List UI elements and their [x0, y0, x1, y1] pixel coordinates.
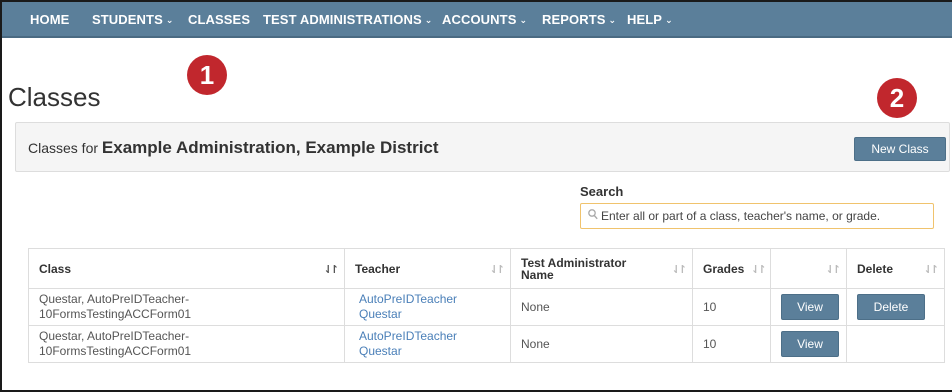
- cell-teacher-link[interactable]: AutoPreIDTeacher Questar: [344, 288, 511, 326]
- view-button[interactable]: View: [781, 331, 839, 357]
- search-box: [580, 203, 934, 229]
- cell-teacher-link[interactable]: AutoPreIDTeacher Questar: [344, 325, 511, 363]
- column-header-test-administrator[interactable]: Test Administrator Name ⇃↾: [510, 248, 693, 289]
- panel-title: Classes for Example Administration, Exam…: [28, 138, 439, 158]
- sort-icon[interactable]: ⇃↾: [924, 264, 940, 276]
- classes-panel-header: Classes for Example Administration, Exam…: [15, 122, 950, 172]
- callout-badge-1: 1: [187, 55, 227, 95]
- nav-home[interactable]: HOME: [30, 12, 69, 27]
- nav-students[interactable]: STUDENTS ⌄: [92, 12, 174, 27]
- table-header-row: Class ⇃↾ Teacher ⇃↾ Test Administrator Nam…: [28, 248, 945, 289]
- cell-view: View: [770, 325, 847, 363]
- cell-view: View: [770, 288, 847, 326]
- table-row: Questar, AutoPreIDTeacher- 10FormsTesting…: [28, 325, 945, 363]
- column-header-delete[interactable]: Delete ⇃↾: [846, 248, 945, 289]
- chevron-down-icon: ⌄: [165, 15, 174, 25]
- top-navbar: HOME STUDENTS ⌄ CLASSES TEST ADMINISTRATI…: [2, 2, 952, 38]
- chevron-down-icon: ⌄: [519, 15, 528, 25]
- column-header-actions[interactable]: ⇃↾: [770, 248, 847, 289]
- cell-grades: 10: [692, 288, 771, 326]
- cell-grades: 10: [692, 325, 771, 363]
- column-header-teacher[interactable]: Teacher ⇃↾: [344, 248, 511, 289]
- chevron-down-icon: ⌄: [608, 15, 617, 25]
- column-header-grades[interactable]: Grades ⇃↾: [692, 248, 771, 289]
- new-class-button[interactable]: New Class: [854, 137, 946, 161]
- nav-test-administrations[interactable]: TEST ADMINISTRATIONS ⌄: [263, 12, 432, 27]
- search-input[interactable]: [601, 207, 929, 225]
- nav-reports[interactable]: REPORTS ⌄: [542, 12, 616, 27]
- cell-test-administrator: None: [510, 288, 693, 326]
- search-label: Search: [580, 184, 624, 199]
- search-icon: [588, 209, 598, 223]
- nav-classes[interactable]: CLASSES: [188, 12, 250, 27]
- nav-help[interactable]: HELP ⌄: [627, 12, 673, 27]
- table-row: Questar, AutoPreIDTeacher- 10FormsTesting…: [28, 288, 945, 326]
- view-button[interactable]: View: [781, 294, 839, 320]
- chevron-down-icon: ⌄: [424, 15, 433, 25]
- nav-accounts[interactable]: ACCOUNTS ⌄: [442, 12, 527, 27]
- panel-title-context: Example Administration, Example District: [101, 138, 439, 157]
- sort-icon[interactable]: ⇃↾: [751, 264, 767, 276]
- cell-delete: Delete: [846, 288, 945, 326]
- sort-icon[interactable]: ⇃↾: [672, 264, 688, 276]
- classes-table: Class ⇃↾ Teacher ⇃↾ Test Administrator Nam…: [28, 248, 945, 363]
- callout-badge-2: 2: [877, 78, 917, 118]
- cell-class: Questar, AutoPreIDTeacher- 10FormsTesting…: [28, 288, 345, 326]
- page-title: Classes: [8, 82, 101, 112]
- sort-icon[interactable]: ⇃↾: [490, 264, 506, 276]
- column-header-class[interactable]: Class ⇃↾: [28, 248, 345, 289]
- sort-icon[interactable]: ⇃↾: [826, 264, 842, 276]
- panel-title-prefix: Classes for: [28, 140, 99, 156]
- cell-class: Questar, AutoPreIDTeacher- 10FormsTesting…: [28, 325, 345, 363]
- chevron-down-icon: ⌄: [665, 15, 673, 25]
- cell-test-administrator: None: [510, 325, 693, 363]
- cell-delete: [846, 325, 945, 363]
- sort-icon[interactable]: ⇃↾: [324, 264, 340, 276]
- delete-button[interactable]: Delete: [857, 294, 925, 320]
